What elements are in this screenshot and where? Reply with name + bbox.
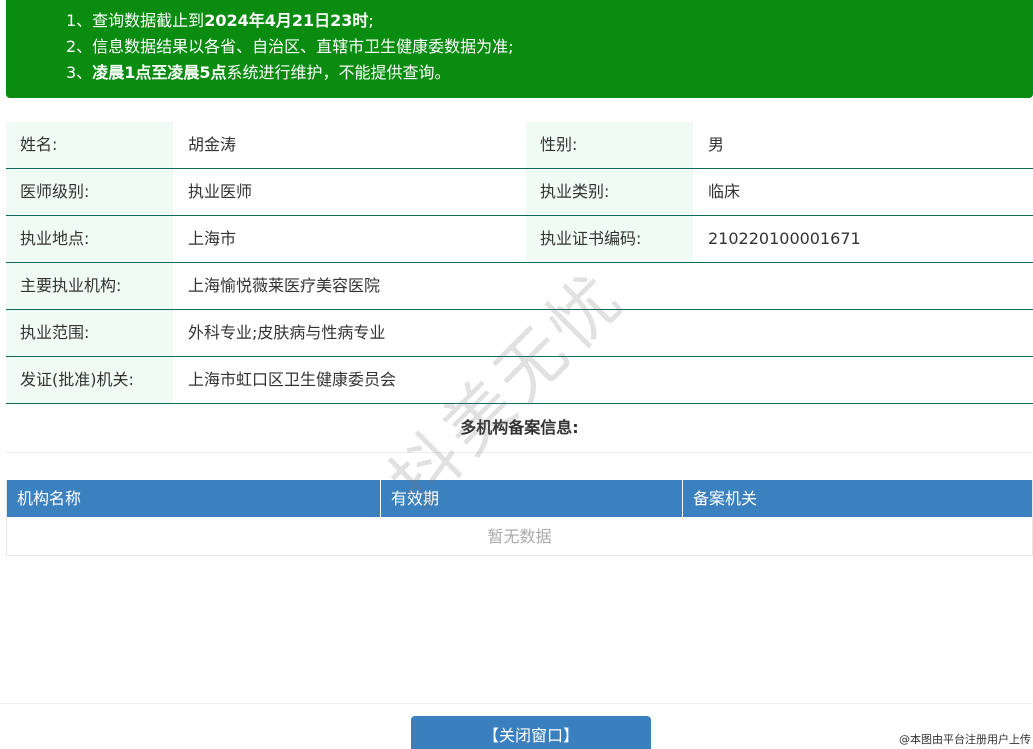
notice-cutoff-date: 2024年4月21日23时 (204, 11, 369, 30)
cert-value: 210220100001671 (708, 229, 861, 248)
issuer-value: 上海市虹口区卫生健康委员会 (188, 370, 397, 389)
column-registration-authority: 备案机关 (693, 489, 758, 508)
institution-value: 上海愉悦薇莱医疗美容医院 (188, 276, 381, 295)
notice-maintenance-time: 凌晨1点至凌晨5点 (92, 63, 227, 82)
info-row-scope: 执业范围: 外科专业;皮肤病与性病专业 (6, 310, 1033, 357)
multi-institution-title: 多机构备案信息: (6, 402, 1033, 453)
info-row-level-category: 医师级别: 执业医师 执业类别: 临床 (6, 169, 1033, 216)
cert-label: 执业证书编码: (526, 216, 693, 262)
upload-credit: @本图由平台注册用户上传 (899, 731, 1031, 747)
registration-empty-text: 暂无数据 (487, 527, 552, 546)
footer-divider (0, 703, 1033, 704)
scope-label: 执业范围: (6, 310, 173, 356)
close-window-button[interactable]: 【关闭窗口】 (411, 716, 651, 749)
name-value: 胡金涛 (188, 135, 237, 154)
gender-value: 男 (708, 135, 725, 154)
category-label: 执业类别: (526, 169, 693, 215)
location-label: 执业地点: (6, 216, 173, 262)
info-row-location-cert: 执业地点: 上海市 执业证书编码: 210220100001671 (6, 216, 1033, 263)
level-value: 执业医师 (188, 182, 253, 201)
info-row-issuer: 发证(批准)机关: 上海市虹口区卫生健康委员会 (6, 357, 1033, 404)
doctor-info-table: 姓名: 胡金涛 性别: 男 医师级别: 执业医师 执业类别: 临床 执业地点: … (6, 122, 1033, 404)
notice-line-2: 2、信息数据结果以各省、自治区、直辖市卫生健康委数据为准; (66, 37, 514, 56)
info-row-institution: 主要执业机构: 上海愉悦薇莱医疗美容医院 (6, 263, 1033, 310)
registration-table: 机构名称 有效期 备案机关 暂无数据 (6, 480, 1033, 556)
scope-value: 外科专业;皮肤病与性病专业 (188, 323, 386, 342)
gender-label: 性别: (526, 122, 693, 168)
institution-label: 主要执业机构: (6, 263, 173, 309)
name-label: 姓名: (6, 122, 173, 168)
location-value: 上海市 (188, 229, 237, 248)
notice-line-1: 1、查询数据截止到2024年4月21日23时; (66, 11, 374, 30)
notice-line-3: 3、凌晨1点至凌晨5点系统进行维护，不能提供查询。 (66, 63, 451, 82)
column-validity: 有效期 (381, 480, 683, 517)
notice-banner: 1、查询数据截止到2024年4月21日23时; 2、信息数据结果以各省、自治区、… (6, 0, 1033, 98)
info-row-name-gender: 姓名: 胡金涛 性别: 男 (6, 122, 1033, 169)
column-institution-name: 机构名称 (7, 480, 381, 517)
doctor-query-result-page: 1、查询数据截止到2024年4月21日23时; 2、信息数据结果以各省、自治区、… (0, 0, 1033, 749)
level-label: 医师级别: (6, 169, 173, 215)
issuer-label: 发证(批准)机关: (6, 357, 173, 403)
registration-table-header: 机构名称 有效期 备案机关 (7, 480, 1032, 517)
category-value: 临床 (708, 182, 741, 201)
